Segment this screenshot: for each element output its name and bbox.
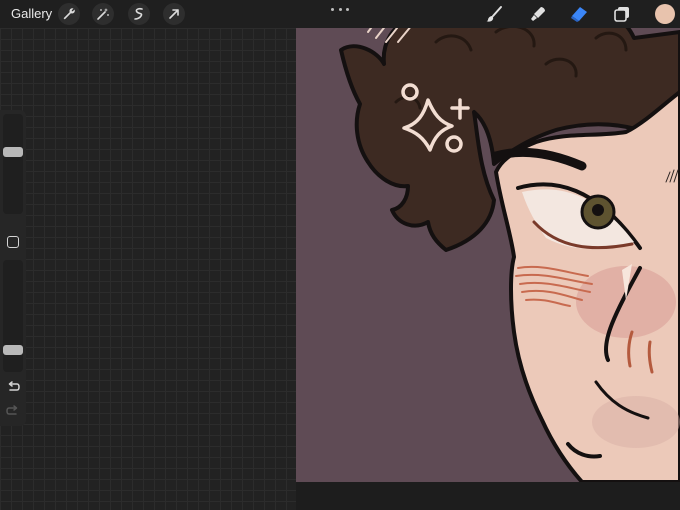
undo-icon[interactable]	[6, 380, 20, 394]
ellipsis-icon-dot	[338, 7, 342, 11]
artwork-canvas[interactable]	[296, 0, 680, 482]
ellipsis-icon-dot	[331, 7, 334, 11]
brush-size-slider[interactable]	[3, 114, 23, 214]
opacity-slider[interactable]	[3, 260, 23, 372]
layers-icon	[614, 7, 629, 22]
layers-button[interactable]	[611, 3, 633, 25]
smudge-icon	[531, 7, 545, 21]
more-options-button[interactable]	[331, 2, 349, 16]
eraser-icon	[571, 7, 587, 22]
brush-icon	[486, 6, 502, 22]
gallery-button[interactable]: Gallery	[11, 6, 52, 22]
top-toolbar: Gallery	[0, 0, 680, 28]
opacity-thumb[interactable]	[3, 344, 23, 355]
brush-tool-button[interactable]	[483, 3, 505, 25]
eraser-tool-button[interactable]	[568, 3, 590, 25]
selection-button[interactable]	[128, 3, 150, 25]
left-sidebar	[0, 110, 26, 426]
smudge-tool-button[interactable]	[527, 3, 549, 25]
adjustments-button[interactable]	[92, 3, 114, 25]
color-picker-button[interactable]	[655, 4, 675, 24]
wrench-icon	[63, 8, 75, 20]
square-modify-icon[interactable]	[7, 236, 19, 248]
redo-icon[interactable]	[6, 404, 20, 418]
canvas-grid-background	[0, 28, 296, 510]
brush-size-thumb[interactable]	[3, 147, 23, 158]
eye-pupil	[592, 204, 604, 216]
chin-shadow	[592, 396, 680, 448]
transform-arrow-icon	[169, 9, 179, 19]
ellipsis-icon-dot	[346, 7, 349, 11]
selection-icon	[134, 7, 143, 20]
magic-wand-icon	[97, 8, 109, 20]
transform-button[interactable]	[163, 3, 185, 25]
actions-button[interactable]	[58, 3, 80, 25]
